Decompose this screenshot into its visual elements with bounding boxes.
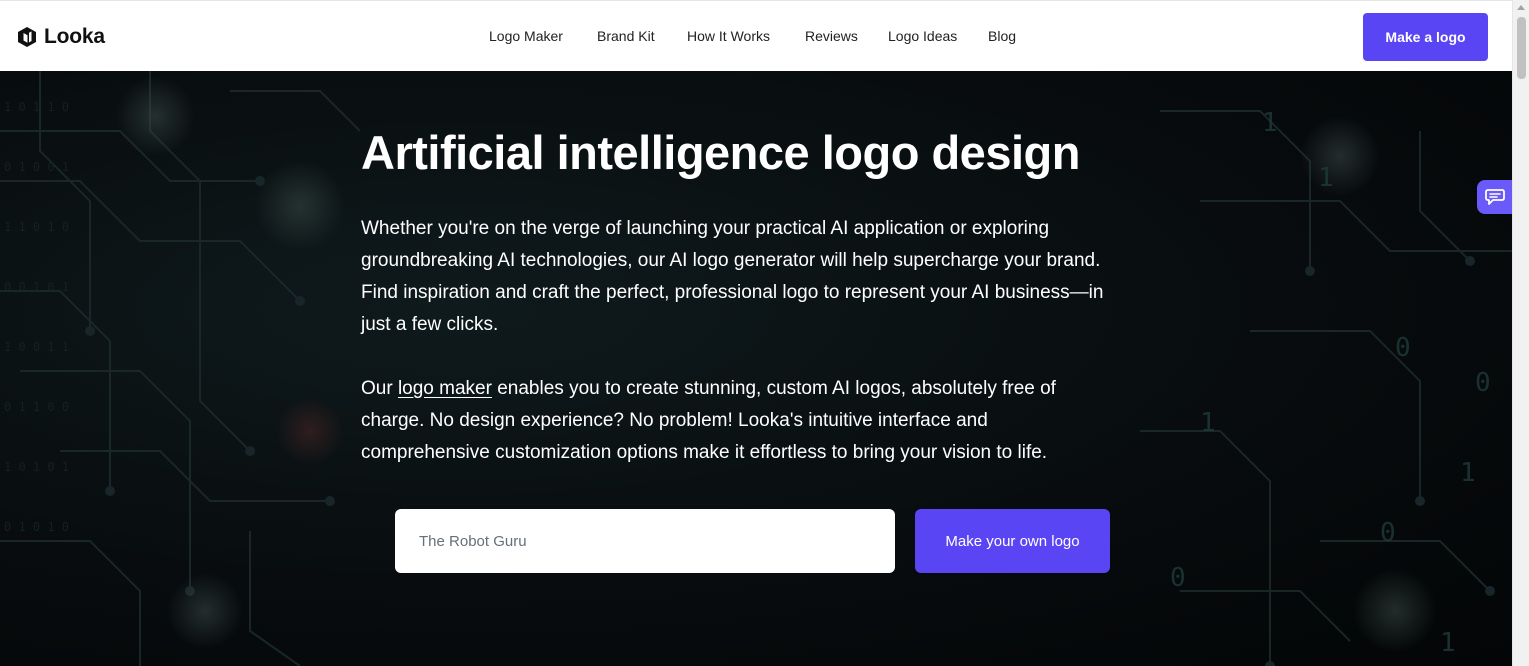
chat-bubble-icon: [1484, 189, 1505, 205]
nav-links: Logo Maker Brand Kit How It Works Review…: [0, 28, 1512, 48]
svg-text:0 1 0 1 0: 0 1 0 1 0: [4, 520, 69, 534]
svg-text:1: 1: [1460, 458, 1476, 488]
nav-how-it-works[interactable]: How It Works: [687, 28, 770, 44]
svg-text:0: 0: [1380, 518, 1396, 548]
hero-paragraph-2: Our logo maker enables you to create stu…: [361, 373, 1121, 469]
chat-widget-tab[interactable]: [1477, 180, 1512, 214]
hero-section: 1 1 0 1 0 1 1 0 0 1 0 1 1 0 0 1 0 0 1 1 …: [0, 71, 1512, 666]
svg-text:1: 1: [1200, 408, 1216, 438]
nav-reviews[interactable]: Reviews: [805, 28, 858, 44]
p2-text-before: Our: [361, 378, 398, 399]
hero-paragraph-1: Whether you're on the verge of launching…: [361, 218, 1104, 335]
svg-text:1 0 0 1 1: 1 0 0 1 1: [4, 340, 69, 354]
svg-text:0: 0: [1395, 333, 1411, 363]
svg-text:0: 0: [1475, 368, 1491, 398]
page-scrollbar[interactable]: [1512, 0, 1529, 666]
hero-title: Artificial intelligence logo design: [361, 126, 1080, 179]
make-a-logo-button[interactable]: Make a logo: [1363, 13, 1488, 61]
svg-text:1 1 0 1 0: 1 1 0 1 0: [4, 220, 69, 234]
scrollbar-thumb[interactable]: [1517, 17, 1526, 79]
business-name-input[interactable]: [395, 509, 895, 573]
svg-text:0 0 1 0 1: 0 0 1 0 1: [4, 280, 69, 294]
nav-brand-kit[interactable]: Brand Kit: [597, 28, 655, 44]
nav-logo-maker[interactable]: Logo Maker: [489, 28, 563, 44]
svg-text:0 1 1 0 0: 0 1 1 0 0: [4, 400, 69, 414]
svg-text:1: 1: [1440, 628, 1456, 658]
scroll-up-arrow-icon[interactable]: [1517, 5, 1525, 10]
nav-blog[interactable]: Blog: [988, 28, 1016, 44]
make-your-own-logo-button[interactable]: Make your own logo: [915, 509, 1110, 573]
svg-text:0 1 0 0 1: 0 1 0 0 1: [4, 160, 69, 174]
svg-text:1 0 1 0 1: 1 0 1 0 1: [4, 460, 69, 474]
svg-text:1: 1: [1262, 108, 1278, 138]
svg-text:1 0 1 1 0: 1 0 1 1 0: [4, 100, 69, 114]
logo-maker-link[interactable]: logo maker: [398, 378, 492, 399]
nav-logo-ideas[interactable]: Logo Ideas: [888, 28, 957, 44]
svg-text:1: 1: [1318, 163, 1334, 193]
top-navbar: Looka Logo Maker Brand Kit How It Works …: [0, 0, 1512, 71]
svg-text:0: 0: [1170, 563, 1186, 593]
